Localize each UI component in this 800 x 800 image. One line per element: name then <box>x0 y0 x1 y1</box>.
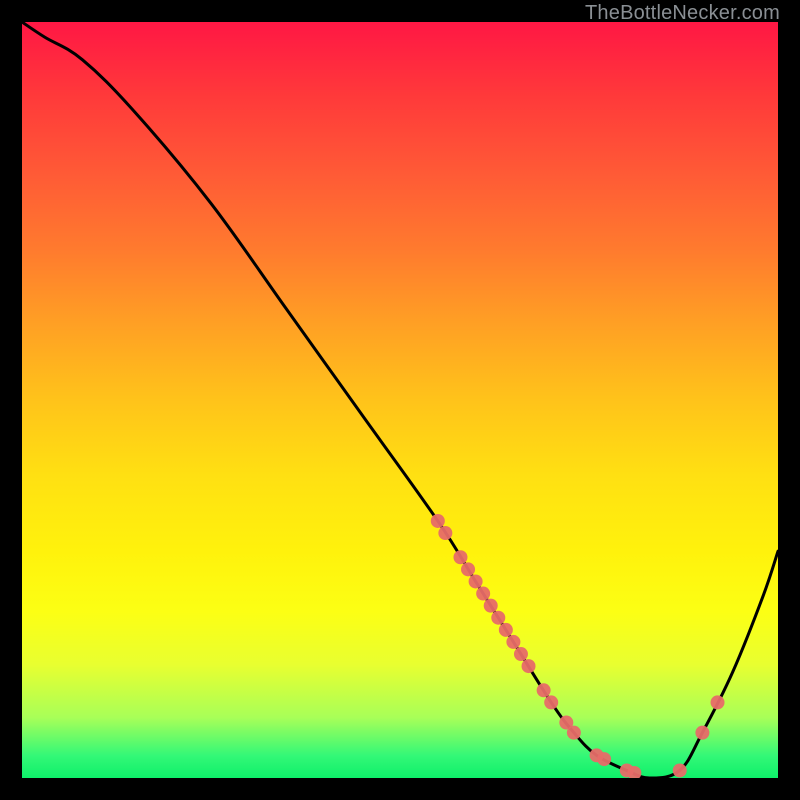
watermark-text: TheBottleNecker.com <box>585 2 780 25</box>
chart-container: TheBottleNecker.com <box>0 0 800 800</box>
gradient-background <box>22 22 778 778</box>
